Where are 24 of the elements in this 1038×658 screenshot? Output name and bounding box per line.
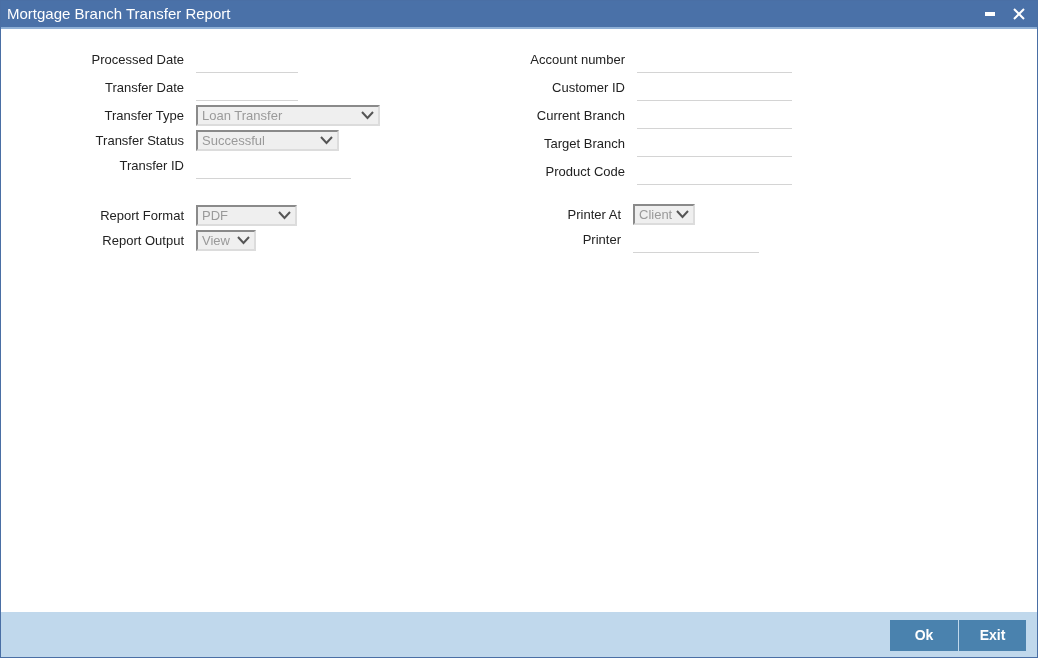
field-label: Transfer Date xyxy=(104,79,185,97)
chevron-down-icon xyxy=(676,210,689,219)
field-label: Processed Date xyxy=(90,51,185,69)
field-label: Transfer Status xyxy=(94,132,185,150)
field-label: Current Branch xyxy=(535,107,626,125)
field-label: Target Branch xyxy=(543,135,626,153)
chevron-down-icon xyxy=(278,211,291,220)
field-label: Account number xyxy=(529,51,626,69)
field-label: Report Format xyxy=(99,207,185,225)
field-label: Printer At xyxy=(566,206,622,224)
window-title: Mortgage Branch Transfer Report xyxy=(7,3,231,24)
action-button[interactable]: Ok xyxy=(890,620,958,651)
field-label: Printer xyxy=(581,231,622,249)
minimize-icon[interactable] xyxy=(985,12,995,16)
field-label: Product Code xyxy=(544,163,626,181)
field-label: Transfer Type xyxy=(103,107,185,125)
chevron-down-icon xyxy=(237,236,250,245)
chevron-down-icon xyxy=(361,111,374,120)
action-button[interactable]: Exit xyxy=(958,620,1026,651)
field-label: Report Output xyxy=(101,232,185,250)
chevron-down-icon xyxy=(320,136,333,145)
field-label: Transfer ID xyxy=(118,157,185,175)
close-icon[interactable] xyxy=(1013,8,1025,20)
field-label: Customer ID xyxy=(551,79,626,97)
